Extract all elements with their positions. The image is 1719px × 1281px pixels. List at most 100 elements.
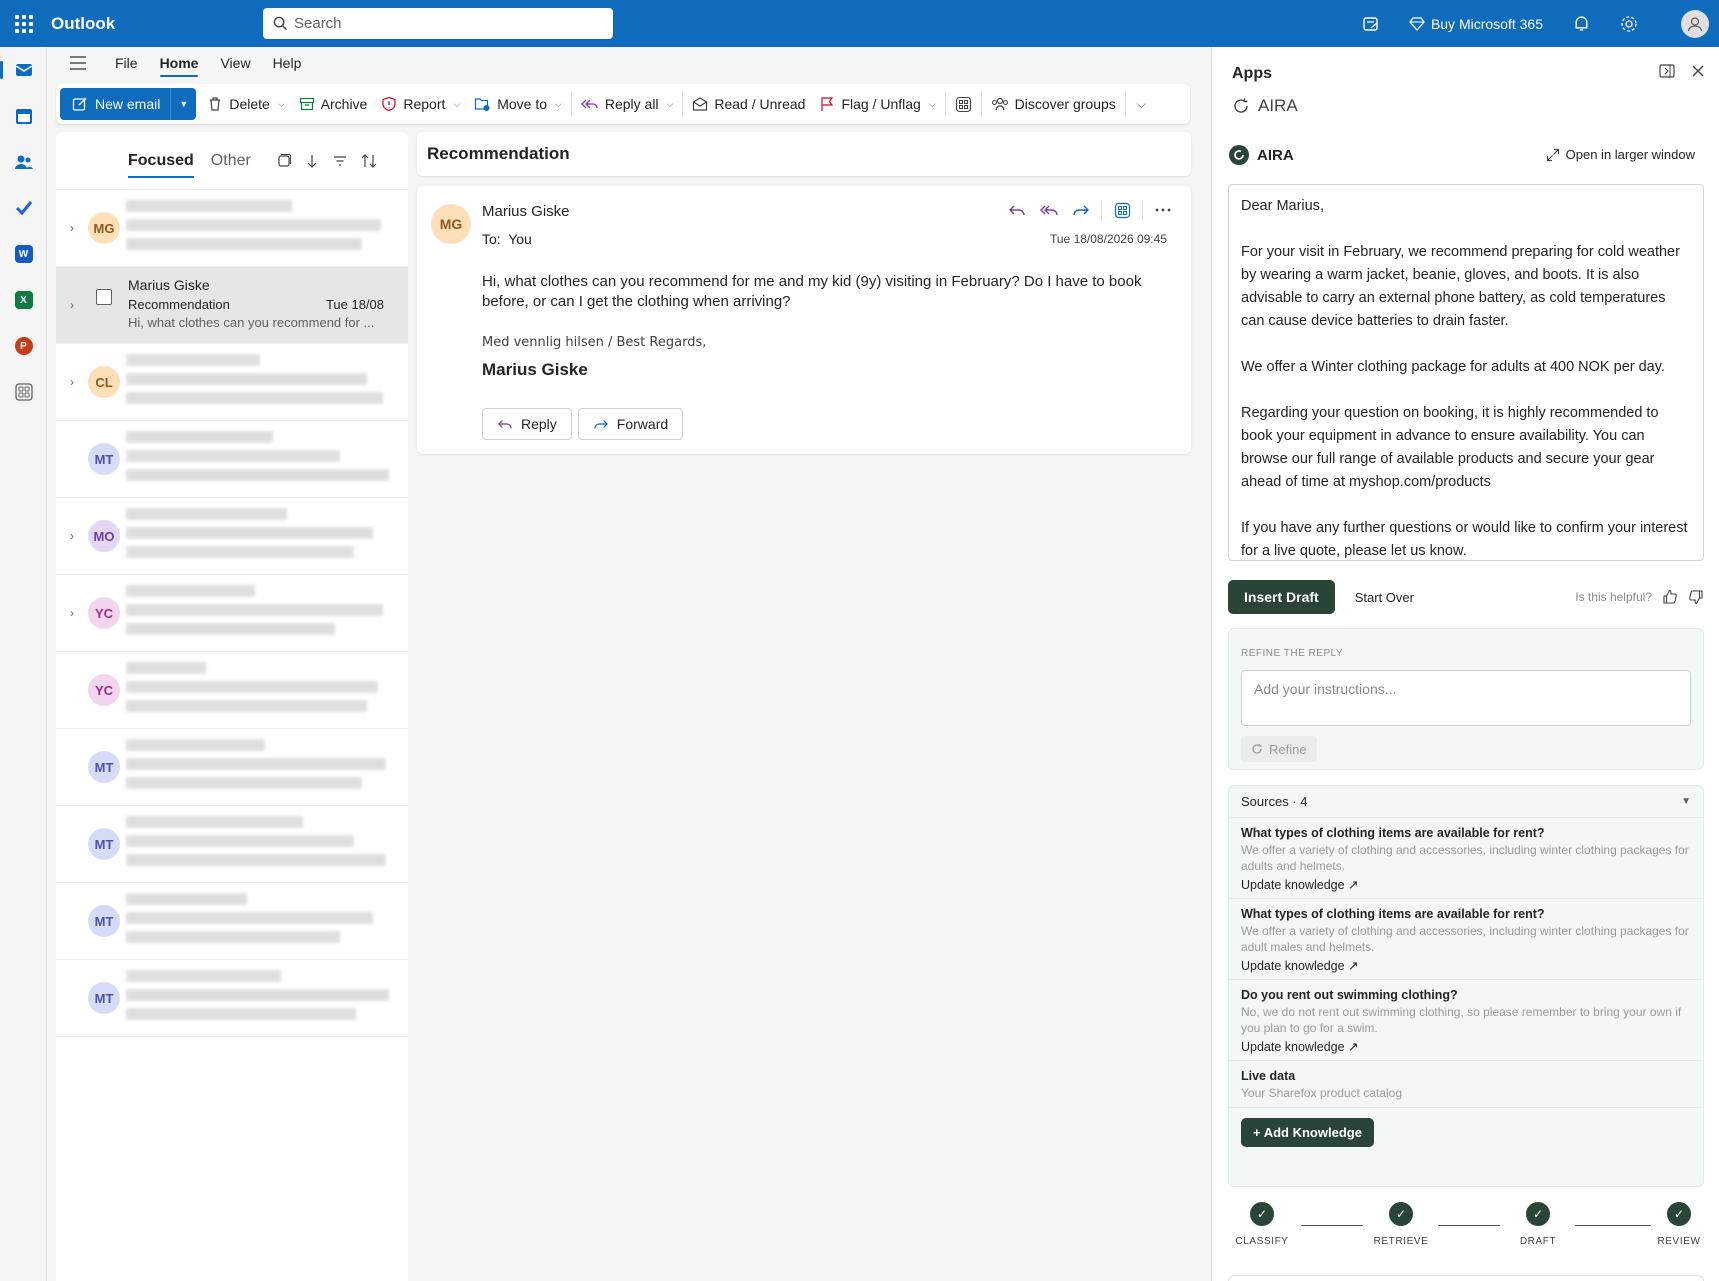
move-to-button[interactable]: Move to ⌵ <box>467 89 569 119</box>
apps-grid-icon <box>955 96 971 112</box>
tab-home[interactable]: Home <box>149 47 210 79</box>
discover-groups-button[interactable]: Discover groups <box>984 89 1123 119</box>
reply-button[interactable] <box>1005 198 1029 222</box>
chevron-right-icon[interactable]: › <box>70 529 74 543</box>
list-item[interactable]: YC <box>56 652 408 729</box>
addin-name: AIRA <box>1258 96 1298 115</box>
chevron-down-icon[interactable]: ⌵ <box>453 99 460 110</box>
apps-button[interactable] <box>948 89 979 119</box>
row-checkbox[interactable] <box>96 289 112 305</box>
chevron-down-icon[interactable]: ⌵ <box>278 99 285 110</box>
rail-powerpoint[interactable]: P <box>0 323 47 369</box>
ribbon-overflow-button[interactable]: ⌵ <box>1128 89 1153 119</box>
list-item[interactable]: › MO <box>56 498 408 575</box>
chevron-right-icon[interactable]: › <box>70 606 74 620</box>
pin-panel-icon[interactable] <box>1659 64 1675 78</box>
thumbs-down-icon[interactable] <box>1688 589 1704 605</box>
rail-people[interactable] <box>0 139 47 185</box>
reply-all-button[interactable]: Reply all ⌵ <box>574 89 681 119</box>
step-connector <box>1438 1225 1500 1226</box>
list-item[interactable]: MT <box>56 960 408 1037</box>
reply-button[interactable]: Reply <box>482 408 572 440</box>
filter-icon[interactable] <box>332 153 348 169</box>
chevron-down-icon[interactable]: ⌵ <box>667 99 674 110</box>
list-item[interactable]: › CL <box>56 344 408 421</box>
chevron-right-icon[interactable]: › <box>70 375 74 389</box>
list-item[interactable]: › MG <box>56 190 408 267</box>
forward-button[interactable]: Forward <box>577 408 684 440</box>
tab-view[interactable]: View <box>209 47 261 79</box>
update-knowledge-link[interactable]: Update knowledge ↗ <box>1241 877 1691 892</box>
delete-button[interactable]: Delete ⌵ <box>200 89 291 119</box>
archive-button[interactable]: Archive <box>292 89 375 119</box>
list-item[interactable]: MT <box>56 883 408 960</box>
recipient-name[interactable]: You <box>508 231 532 247</box>
rail-excel[interactable]: X <box>0 277 47 323</box>
notifications-button[interactable] <box>1557 0 1605 47</box>
account-avatar[interactable] <box>1681 9 1709 38</box>
draft-text[interactable]: Dear Marius, For your visit in February,… <box>1228 184 1704 561</box>
jump-to-icon[interactable] <box>304 153 320 169</box>
tab-other[interactable]: Other <box>211 146 251 176</box>
open-larger-label: Open in larger window <box>1565 147 1695 162</box>
reply-all-button[interactable] <box>1037 198 1061 222</box>
rail-more-apps[interactable] <box>0 369 47 415</box>
rail-calendar[interactable] <box>0 93 47 139</box>
forward-button[interactable] <box>1069 198 1093 222</box>
start-over-button[interactable]: Start Over <box>1355 590 1414 605</box>
list-item[interactable]: MT <box>56 806 408 883</box>
list-item[interactable]: › YC <box>56 575 408 652</box>
app-launcher-button[interactable] <box>0 0 47 47</box>
tab-help[interactable]: Help <box>262 47 313 79</box>
list-item[interactable]: MT <box>56 421 408 498</box>
redacted-preview <box>126 662 394 718</box>
sort-icon[interactable] <box>360 153 378 169</box>
insert-draft-button[interactable]: Insert Draft <box>1228 580 1335 614</box>
sources-header[interactable]: Sources · 4 ▼ <box>1229 786 1703 818</box>
tab-file[interactable]: File <box>104 47 149 79</box>
chevron-down-icon[interactable]: ⌵ <box>555 99 562 110</box>
close-icon[interactable] <box>1691 64 1705 78</box>
update-knowledge-link[interactable]: Update knowledge ↗ <box>1241 958 1691 973</box>
new-email-button[interactable]: New email ▼ <box>60 88 197 120</box>
thumbs-up-icon[interactable] <box>1662 589 1678 605</box>
refine-button[interactable]: Refine <box>1241 736 1317 762</box>
select-mode-icon[interactable] <box>276 153 292 169</box>
people-icon <box>14 155 33 169</box>
sender-name[interactable]: Marius Giske <box>482 203 570 220</box>
chevron-down-icon[interactable]: ⌵ <box>929 99 936 110</box>
refresh-icon[interactable] <box>1232 97 1250 115</box>
email-body: Hi, what clothes can you recommend for m… <box>482 273 1142 310</box>
tab-focused[interactable]: Focused <box>128 146 194 178</box>
refine-instructions-input[interactable]: Add your instructions... <box>1241 670 1691 726</box>
rail-word[interactable]: W <box>0 231 47 277</box>
nav-toggle-button[interactable] <box>52 56 104 70</box>
report-button[interactable]: Report ⌵ <box>374 89 467 119</box>
settings-button[interactable] <box>1605 0 1653 47</box>
search-box[interactable]: Search <box>263 8 613 39</box>
add-knowledge-button[interactable]: + Add Knowledge <box>1241 1118 1374 1147</box>
apps-button[interactable] <box>1110 198 1134 222</box>
open-larger-window-link[interactable]: Open in larger window <box>1546 147 1695 162</box>
list-item[interactable]: › Marius Giske Recommendation Tue 18/08 … <box>56 267 408 344</box>
email-card: MG Marius Giske To: You Tue 18/08/2026 0… <box>417 186 1191 454</box>
pipeline-steps: ✓ CLASSIFY ✓ RETRIEVE ✓ DRAFT ✓ REVIEW <box>1228 1202 1704 1262</box>
chevron-right-icon[interactable]: › <box>70 221 74 235</box>
chevron-right-icon[interactable]: › <box>70 298 74 312</box>
new-email-dropdown[interactable]: ▼ <box>170 88 196 120</box>
flag-button[interactable]: Flag / Unflag ⌵ <box>812 89 942 119</box>
message-list-header: Focused Other <box>56 132 408 190</box>
forward-icon <box>594 420 608 429</box>
buy-m365-button[interactable]: Buy Microsoft 365 <box>1395 16 1557 32</box>
shield-icon <box>382 96 396 112</box>
update-knowledge-link[interactable]: Update knowledge ↗ <box>1241 1039 1691 1054</box>
my-day-button[interactable] <box>1347 0 1395 47</box>
powerpoint-icon: P <box>14 337 33 355</box>
rail-todo[interactable] <box>0 185 47 231</box>
rail-mail[interactable] <box>0 47 47 93</box>
list-item[interactable]: MT <box>56 729 408 806</box>
apps-title: Apps <box>1232 65 1272 82</box>
app-name[interactable]: Outlook <box>51 14 263 34</box>
more-options-button[interactable] <box>1151 198 1175 222</box>
read-unread-button[interactable]: Read / Unread <box>685 89 812 119</box>
